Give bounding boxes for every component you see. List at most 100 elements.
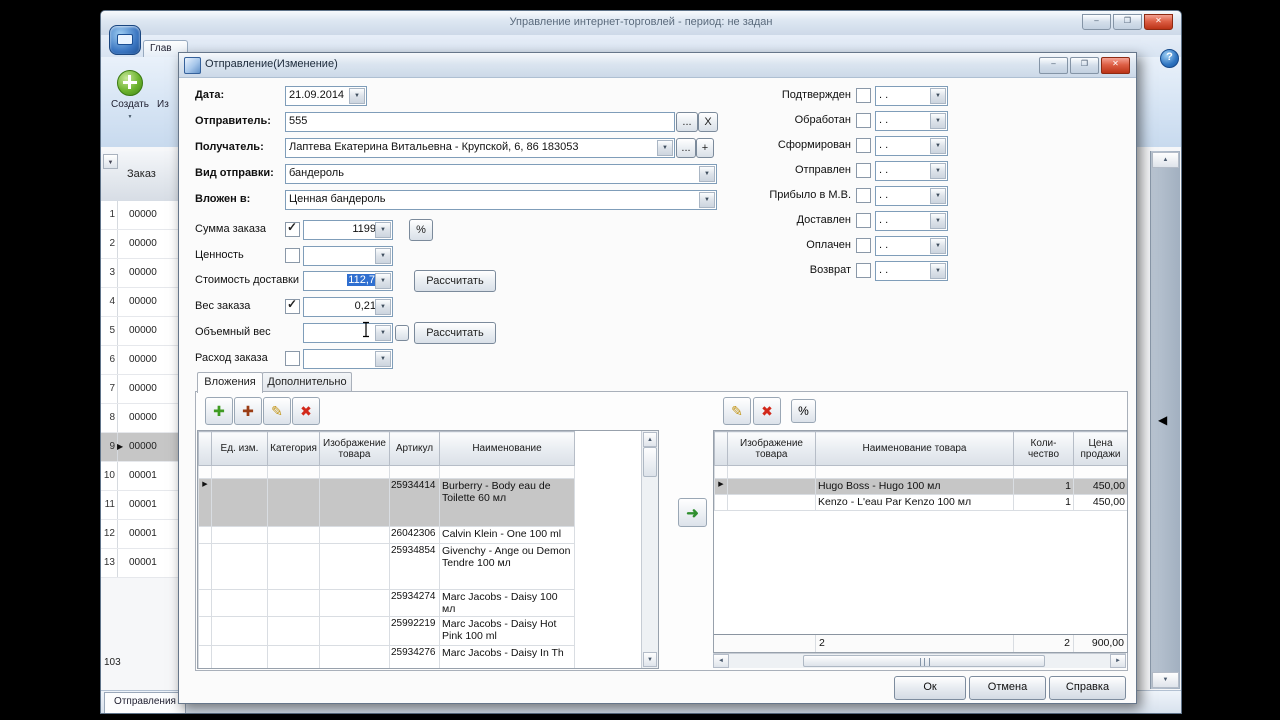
order-expense-checkbox[interactable] <box>285 351 300 366</box>
sender-browse-button[interactable]: ... <box>676 112 698 132</box>
help-button[interactable]: Справка <box>1049 676 1126 700</box>
image-column-header[interactable]: Изображение товара <box>319 431 390 466</box>
table-row-selected[interactable]: ▶ 25934414 Burberry - Body eau de Toilet… <box>198 478 575 527</box>
right-scroll-strip[interactable]: ◀ <box>1150 151 1180 689</box>
filter-cell[interactable] <box>1013 465 1074 479</box>
percent-button[interactable]: % <box>409 219 433 241</box>
order-expense-field[interactable] <box>303 349 393 369</box>
table-row[interactable]: 26042306 Calvin Klein - One 100 ml <box>198 526 575 544</box>
scroll-down-icon[interactable] <box>643 652 657 667</box>
calc-volume-button[interactable]: Рассчитать <box>414 322 496 344</box>
edit-button[interactable]: ✎ <box>263 397 291 425</box>
filter-cell[interactable] <box>439 465 575 479</box>
maximize-button[interactable]: ❐ <box>1113 14 1142 30</box>
status-sent-date-field[interactable]: . . <box>875 161 948 181</box>
status-arrived-checkbox[interactable] <box>856 188 871 203</box>
chevron-down-icon[interactable] <box>657 140 673 156</box>
volume-weight-field[interactable] <box>303 323 393 343</box>
tab-attachments[interactable]: Вложения <box>197 372 263 393</box>
table-row-selected[interactable]: ▶ Hugo Boss - Hugo 100 мл 1 450,00 <box>714 478 1127 495</box>
status-return-date-field[interactable]: . . <box>875 261 948 281</box>
calc-delivery-button[interactable]: Рассчитать <box>414 270 496 292</box>
filter-cell[interactable] <box>714 465 728 479</box>
dialog-maximize-button[interactable]: ❐ <box>1070 57 1099 74</box>
chevron-down-icon[interactable] <box>349 88 365 104</box>
shipment-edit-button[interactable]: ✎ <box>723 397 751 425</box>
order-weight-field[interactable]: 0,21 <box>303 297 393 317</box>
status-delivered-date-field[interactable]: . . <box>875 211 948 231</box>
order-weight-checkbox[interactable] <box>285 297 300 314</box>
chevron-down-icon[interactable] <box>375 273 391 289</box>
chevron-down-icon[interactable] <box>930 213 946 229</box>
edit-button-label-fragment[interactable]: Из <box>157 99 169 110</box>
add-button[interactable]: ✚ <box>205 397 233 425</box>
scroll-left-icon[interactable] <box>713 654 729 668</box>
chevron-down-icon[interactable] <box>930 88 946 104</box>
filter-cell[interactable] <box>1073 465 1127 479</box>
status-paid-checkbox[interactable] <box>856 238 871 253</box>
delete-button[interactable]: ✖ <box>292 397 320 425</box>
order-sum-field[interactable]: 1199 <box>303 220 393 240</box>
table-row[interactable]: 10 00001 <box>101 462 179 491</box>
recipient-browse-button[interactable]: ... <box>676 138 696 158</box>
filter-cell[interactable] <box>815 465 1014 479</box>
price-column-header[interactable]: Цена продажи <box>1073 431 1127 466</box>
chevron-down-icon[interactable] <box>699 166 715 182</box>
filter-cell[interactable] <box>211 465 268 479</box>
unit-column-header[interactable]: Ед. изм. <box>211 431 268 466</box>
table-row[interactable]: 13 00001 <box>101 549 179 578</box>
cancel-button[interactable]: Отмена <box>969 676 1046 700</box>
name-column-header[interactable]: Наименование товара <box>815 431 1014 466</box>
table-row[interactable]: 3 00000 <box>101 259 179 288</box>
ship-type-field[interactable]: бандероль <box>285 164 717 184</box>
table-row[interactable]: 2 00000 <box>101 230 179 259</box>
delivery-cost-field[interactable]: 112,7 <box>303 271 393 291</box>
table-row[interactable]: 25934854 Givenchy - Ange ou Demon Tendre… <box>198 543 575 590</box>
scroll-up-icon[interactable] <box>643 432 657 447</box>
filter-cell[interactable] <box>267 465 320 479</box>
shipment-hscrollbar[interactable] <box>713 653 1126 668</box>
dialog-minimize-button[interactable]: – <box>1039 57 1068 74</box>
table-row[interactable]: Kenzo - L'eau Par Kenzo 100 мл 1 450,00 <box>714 494 1127 511</box>
date-field[interactable]: 21.09.2014 <box>285 86 367 106</box>
status-return-checkbox[interactable] <box>856 263 871 278</box>
recipient-field[interactable]: Лаптева Екатерина Витальевна - Крупской,… <box>285 138 675 158</box>
chevron-down-icon[interactable] <box>375 248 391 264</box>
table-row[interactable]: 12 00001 <box>101 520 179 549</box>
panel-collapse-arrow-icon[interactable]: ◀ <box>1158 413 1167 427</box>
filter-cell[interactable] <box>319 465 390 479</box>
dialog-close-button[interactable]: ✕ <box>1101 57 1130 74</box>
table-row[interactable]: 6 00000 <box>101 346 179 375</box>
chevron-down-icon[interactable] <box>375 351 391 367</box>
chevron-down-icon[interactable] <box>375 222 391 238</box>
marker-column-header[interactable] <box>714 431 728 466</box>
table-row[interactable]: 7 00000 <box>101 375 179 404</box>
status-paid-date-field[interactable]: . . <box>875 236 948 256</box>
image-column-header[interactable]: Изображение товара <box>727 431 816 466</box>
scroll-up-icon[interactable] <box>1152 152 1179 168</box>
chevron-down-icon[interactable] <box>930 138 946 154</box>
sender-field[interactable]: 555 <box>285 112 675 132</box>
status-formed-checkbox[interactable] <box>856 138 871 153</box>
declared-value-field[interactable] <box>303 246 393 266</box>
filter-cell[interactable] <box>198 465 212 479</box>
name-column-header[interactable]: Наименование <box>439 431 575 466</box>
tab-otpravleniya[interactable]: Отправления <box>104 692 186 713</box>
orders-column-header[interactable]: Заказ <box>127 168 156 180</box>
status-processed-date-field[interactable]: . . <box>875 111 948 131</box>
table-row[interactable]: 5 00000 <box>101 317 179 346</box>
create-button[interactable]: Создать <box>105 67 155 143</box>
filter-cell[interactable] <box>389 465 440 479</box>
shipment-percent-button[interactable]: % <box>791 399 816 423</box>
filter-row[interactable] <box>714 465 1127 479</box>
qty-column-header[interactable]: Коли- чество <box>1013 431 1074 466</box>
status-arrived-date-field[interactable]: . . <box>875 186 948 206</box>
chevron-down-icon[interactable] <box>930 163 946 179</box>
status-sent-checkbox[interactable] <box>856 163 871 178</box>
table-row[interactable]: 25992219 Marc Jacobs - Daisy Hot Pink 10… <box>198 616 575 647</box>
chevron-down-icon[interactable] <box>375 325 391 341</box>
table-row[interactable]: 4 00000 <box>101 288 179 317</box>
close-button[interactable]: ✕ <box>1144 14 1173 30</box>
filter-dropdown-icon[interactable] <box>103 154 118 169</box>
app-menu-orb-icon[interactable] <box>109 25 141 55</box>
